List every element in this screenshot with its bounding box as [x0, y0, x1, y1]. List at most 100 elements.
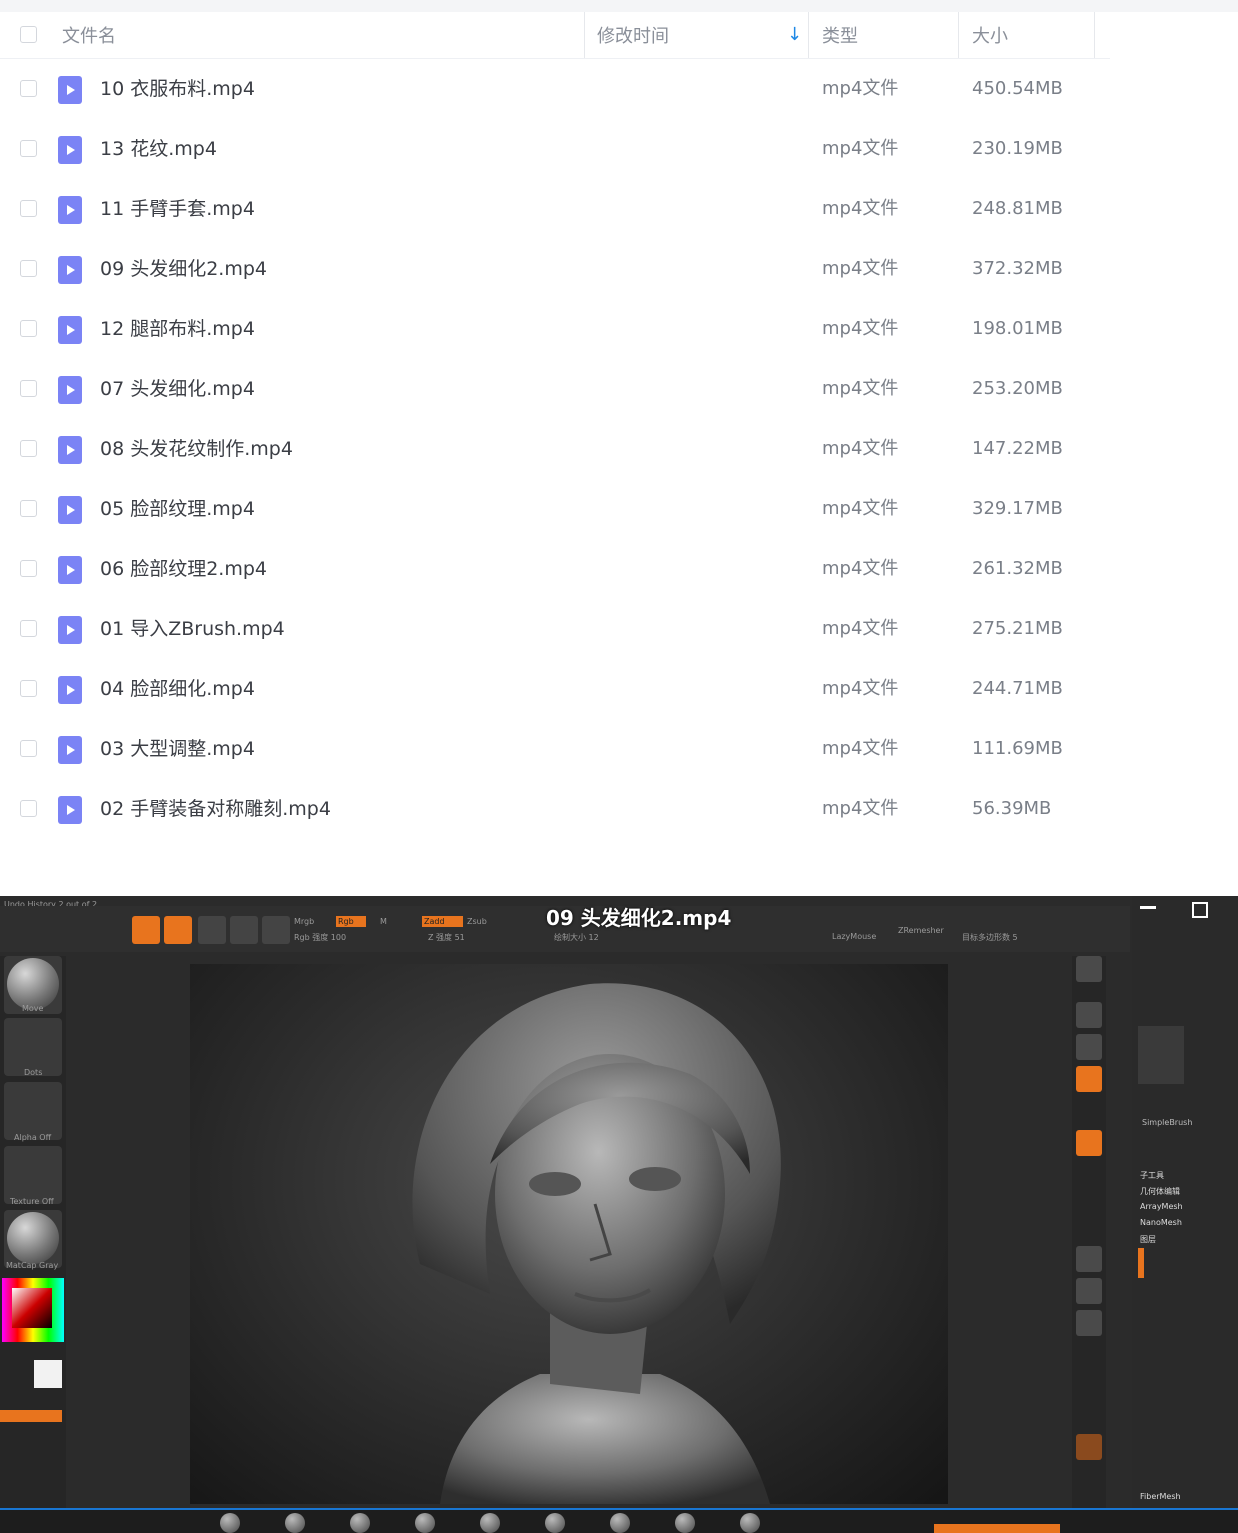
rgb-intensity-slider[interactable]: Rgb 强度 100: [294, 932, 346, 943]
color-picker[interactable]: [2, 1278, 64, 1342]
fibermesh-label[interactable]: FiberMesh: [1140, 1492, 1181, 1501]
target-polycount-slider[interactable]: 目标多边形数 5: [962, 932, 1018, 943]
row-checkbox[interactable]: [20, 200, 37, 217]
row-checkbox[interactable]: [20, 80, 37, 97]
brush-sphere-icon[interactable]: [220, 1513, 240, 1533]
file-row[interactable]: 04 脸部细化.mp4 mp4文件 244.71MB: [0, 659, 1110, 719]
edit-icon[interactable]: [262, 916, 290, 944]
rotate-icon[interactable]: [230, 916, 258, 944]
orange-slider[interactable]: [934, 1524, 1060, 1533]
size-column-header[interactable]: 大小: [972, 12, 1008, 58]
brush-sphere-icon[interactable]: [415, 1513, 435, 1533]
arraymesh-label[interactable]: ArrayMesh: [1140, 1202, 1183, 1211]
matcap-icon[interactable]: [4, 1210, 62, 1268]
file-row[interactable]: 06 脸部纹理2.mp4 mp4文件 261.32MB: [0, 539, 1110, 599]
row-checkbox[interactable]: [20, 680, 37, 697]
lazymouse-button[interactable]: LazyMouse: [832, 932, 876, 941]
brush-sphere-icon[interactable]: [350, 1513, 370, 1533]
row-checkbox[interactable]: [20, 560, 37, 577]
transparent-icon[interactable]: [1076, 1434, 1102, 1460]
file-name[interactable]: 12 腿部布料.mp4: [100, 299, 255, 359]
bpr-icon[interactable]: [1076, 956, 1102, 982]
tool-thumbnail[interactable]: [1138, 1026, 1184, 1084]
brush-sphere-icon[interactable]: [675, 1513, 695, 1533]
z-intensity-slider[interactable]: Z 强度 51: [428, 932, 465, 943]
zremesher-button[interactable]: ZRemesher: [898, 926, 944, 935]
swap-color-button[interactable]: [0, 1410, 62, 1422]
select-all-checkbox[interactable]: [20, 26, 37, 43]
geometry-label[interactable]: 几何体编辑: [1140, 1186, 1180, 1197]
file-row[interactable]: 05 脸部纹理.mp4 mp4文件 329.17MB: [0, 479, 1110, 539]
actual-size-icon[interactable]: [1076, 1034, 1102, 1060]
subtool-label[interactable]: 子工具: [1140, 1170, 1164, 1181]
rotate-view-icon[interactable]: [1076, 1310, 1102, 1336]
maximize-icon[interactable]: [1192, 902, 1208, 918]
brush-sphere-icon[interactable]: [610, 1513, 630, 1533]
scale-icon[interactable]: [198, 916, 226, 944]
row-checkbox[interactable]: [20, 140, 37, 157]
file-name[interactable]: 01 导入ZBrush.mp4: [100, 599, 285, 659]
column-divider[interactable]: [584, 12, 585, 58]
rgb-button[interactable]: Rgb: [336, 916, 366, 927]
row-checkbox[interactable]: [20, 260, 37, 277]
viewport-canvas[interactable]: [190, 964, 948, 1504]
brush-sphere-icon[interactable]: [480, 1513, 500, 1533]
file-name[interactable]: 13 花纹.mp4: [100, 119, 217, 179]
video-preview[interactable]: Undo History 2 out of 2 Mrgb Rgb M Zadd …: [0, 896, 1238, 1533]
row-checkbox[interactable]: [20, 320, 37, 337]
row-checkbox[interactable]: [20, 800, 37, 817]
layers-label[interactable]: 图层: [1140, 1234, 1156, 1245]
brush-sphere-icon[interactable]: [740, 1513, 760, 1533]
row-checkbox[interactable]: [20, 500, 37, 517]
file-name[interactable]: 05 脸部纹理.mp4: [100, 479, 255, 539]
file-name[interactable]: 06 脸部纹理2.mp4: [100, 539, 267, 599]
texture-icon[interactable]: [4, 1146, 62, 1204]
draw-size-slider[interactable]: 绘制大小 12: [554, 932, 599, 943]
file-row[interactable]: 07 头发细化.mp4 mp4文件 253.20MB: [0, 359, 1110, 419]
file-row[interactable]: 09 头发细化2.mp4 mp4文件 372.32MB: [0, 239, 1110, 299]
row-checkbox[interactable]: [20, 740, 37, 757]
column-divider[interactable]: [808, 12, 809, 58]
file-name[interactable]: 09 头发细化2.mp4: [100, 239, 267, 299]
file-row[interactable]: 02 手臂装备对称雕刻.mp4 mp4文件 56.39MB: [0, 779, 1110, 839]
file-name[interactable]: 04 脸部细化.mp4: [100, 659, 255, 719]
modified-column-header[interactable]: 修改时间: [597, 12, 669, 58]
brush-sphere-icon[interactable]: [545, 1513, 565, 1533]
file-name[interactable]: 08 头发花纹制作.mp4: [100, 419, 293, 479]
file-name[interactable]: 07 头发细化.mp4: [100, 359, 255, 419]
file-name[interactable]: 10 衣服布料.mp4: [100, 59, 255, 119]
row-checkbox[interactable]: [20, 440, 37, 457]
file-row[interactable]: 12 腿部布料.mp4 mp4文件 198.01MB: [0, 299, 1110, 359]
type-column-header[interactable]: 类型: [822, 12, 858, 58]
nanomesh-label[interactable]: NanoMesh: [1140, 1218, 1182, 1227]
draw-icon[interactable]: [132, 916, 160, 944]
scale-view-icon[interactable]: [1076, 1278, 1102, 1304]
move-icon[interactable]: [164, 916, 192, 944]
column-divider[interactable]: [1094, 12, 1095, 58]
move-view-icon[interactable]: [1076, 1246, 1102, 1272]
name-column-header[interactable]: 文件名: [62, 12, 116, 58]
file-row[interactable]: 01 导入ZBrush.mp4 mp4文件 275.21MB: [0, 599, 1110, 659]
column-divider[interactable]: [958, 12, 959, 58]
row-checkbox[interactable]: [20, 380, 37, 397]
file-row[interactable]: 10 衣服布料.mp4 mp4文件 450.54MB: [0, 59, 1110, 119]
file-row[interactable]: 11 手臂手套.mp4 mp4文件 248.81MB: [0, 179, 1110, 239]
file-row[interactable]: 08 头发花纹制作.mp4 mp4文件 147.22MB: [0, 419, 1110, 479]
file-name[interactable]: 03 大型调整.mp4: [100, 719, 255, 779]
row-checkbox[interactable]: [20, 620, 37, 637]
local-icon[interactable]: [1076, 1130, 1102, 1156]
floor-icon[interactable]: [1076, 1066, 1102, 1092]
alpha-icon[interactable]: [4, 1082, 62, 1140]
minimize-icon[interactable]: [1140, 906, 1156, 909]
zadd-button[interactable]: Zadd: [422, 916, 463, 927]
file-name[interactable]: 02 手臂装备对称雕刻.mp4: [100, 779, 331, 839]
zsub-button[interactable]: Zsub: [467, 917, 487, 926]
mrgb-label[interactable]: Mrgb: [294, 917, 314, 926]
zoom-icon[interactable]: [1076, 1002, 1102, 1028]
brush-sphere-icon[interactable]: [285, 1513, 305, 1533]
m-button[interactable]: M: [380, 917, 387, 926]
file-row[interactable]: 13 花纹.mp4 mp4文件 230.19MB: [0, 119, 1110, 179]
sort-down-icon[interactable]: ↓: [787, 24, 802, 45]
secondary-color-swatch[interactable]: [34, 1360, 62, 1388]
file-name[interactable]: 11 手臂手套.mp4: [100, 179, 255, 239]
